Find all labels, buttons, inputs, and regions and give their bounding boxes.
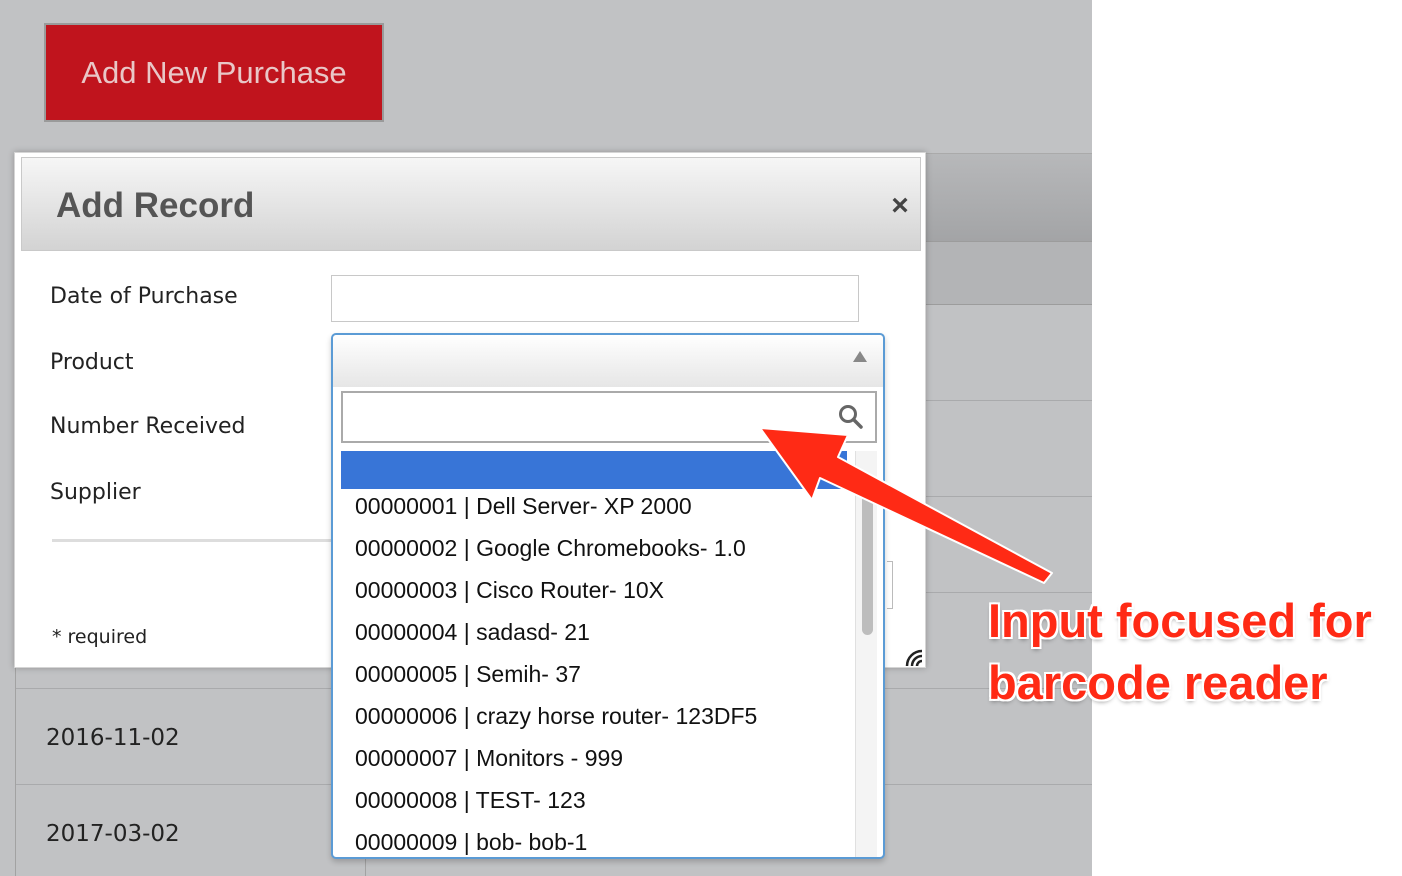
- scrollbar-thumb[interactable]: [862, 485, 873, 635]
- dialog-title: Add Record: [56, 186, 255, 225]
- product-option[interactable]: 00000009 | bob- bob-1: [355, 829, 587, 856]
- product-options-list[interactable]: 00000001 | Dell Server- XP 2000 00000002…: [341, 451, 877, 857]
- product-option[interactable]: 00000008 | TEST- 123: [355, 787, 586, 814]
- annotation-line-1: Input focused for: [988, 594, 1372, 647]
- product-option[interactable]: 00000001 | Dell Server- XP 2000: [355, 493, 692, 520]
- number-received-label: Number Received: [50, 414, 246, 439]
- product-select[interactable]: 00000001 | Dell Server- XP 2000 00000002…: [331, 333, 885, 859]
- product-option[interactable]: 00000007 | Monitors - 999: [355, 745, 623, 772]
- chevron-up-icon: [853, 351, 867, 362]
- product-option[interactable]: 00000003 | Cisco Router- 10X: [355, 577, 664, 604]
- add-new-purchase-button[interactable]: Add New Purchase: [44, 23, 384, 122]
- product-option[interactable]: 00000006 | crazy horse router- 123DF5: [355, 703, 757, 730]
- resize-handle-icon[interactable]: [903, 647, 923, 667]
- annotation-text: Input focused for barcode reader: [988, 590, 1372, 714]
- product-option[interactable]: 00000005 | Semih- 37: [355, 661, 581, 688]
- supplier-label: Supplier: [50, 480, 141, 505]
- hidden-save-button[interactable]: [887, 561, 893, 609]
- table-cell-date: 2017-03-02: [46, 821, 180, 847]
- product-label: Product: [50, 350, 134, 375]
- required-note: * required: [52, 626, 148, 648]
- scrollbar[interactable]: [855, 451, 877, 857]
- annotation-line-2: barcode reader: [988, 656, 1328, 709]
- table-border: [15, 660, 16, 876]
- close-icon[interactable]: ×: [888, 191, 912, 221]
- product-option[interactable]: 00000002 | Google Chromebooks- 1.0: [355, 535, 746, 562]
- table-cell-date: 2016-11-02: [46, 725, 180, 751]
- product-option[interactable]: 00000004 | sadasd- 21: [355, 619, 590, 646]
- product-search-input[interactable]: [341, 391, 877, 443]
- product-select-toggle[interactable]: [333, 335, 883, 387]
- dialog-header: Add Record ×: [21, 157, 921, 251]
- date-of-purchase-field[interactable]: [331, 275, 859, 322]
- search-icon: [839, 405, 863, 429]
- divider: [52, 539, 332, 542]
- date-of-purchase-label: Date of Purchase: [50, 284, 238, 309]
- option-empty-highlighted[interactable]: [341, 451, 847, 489]
